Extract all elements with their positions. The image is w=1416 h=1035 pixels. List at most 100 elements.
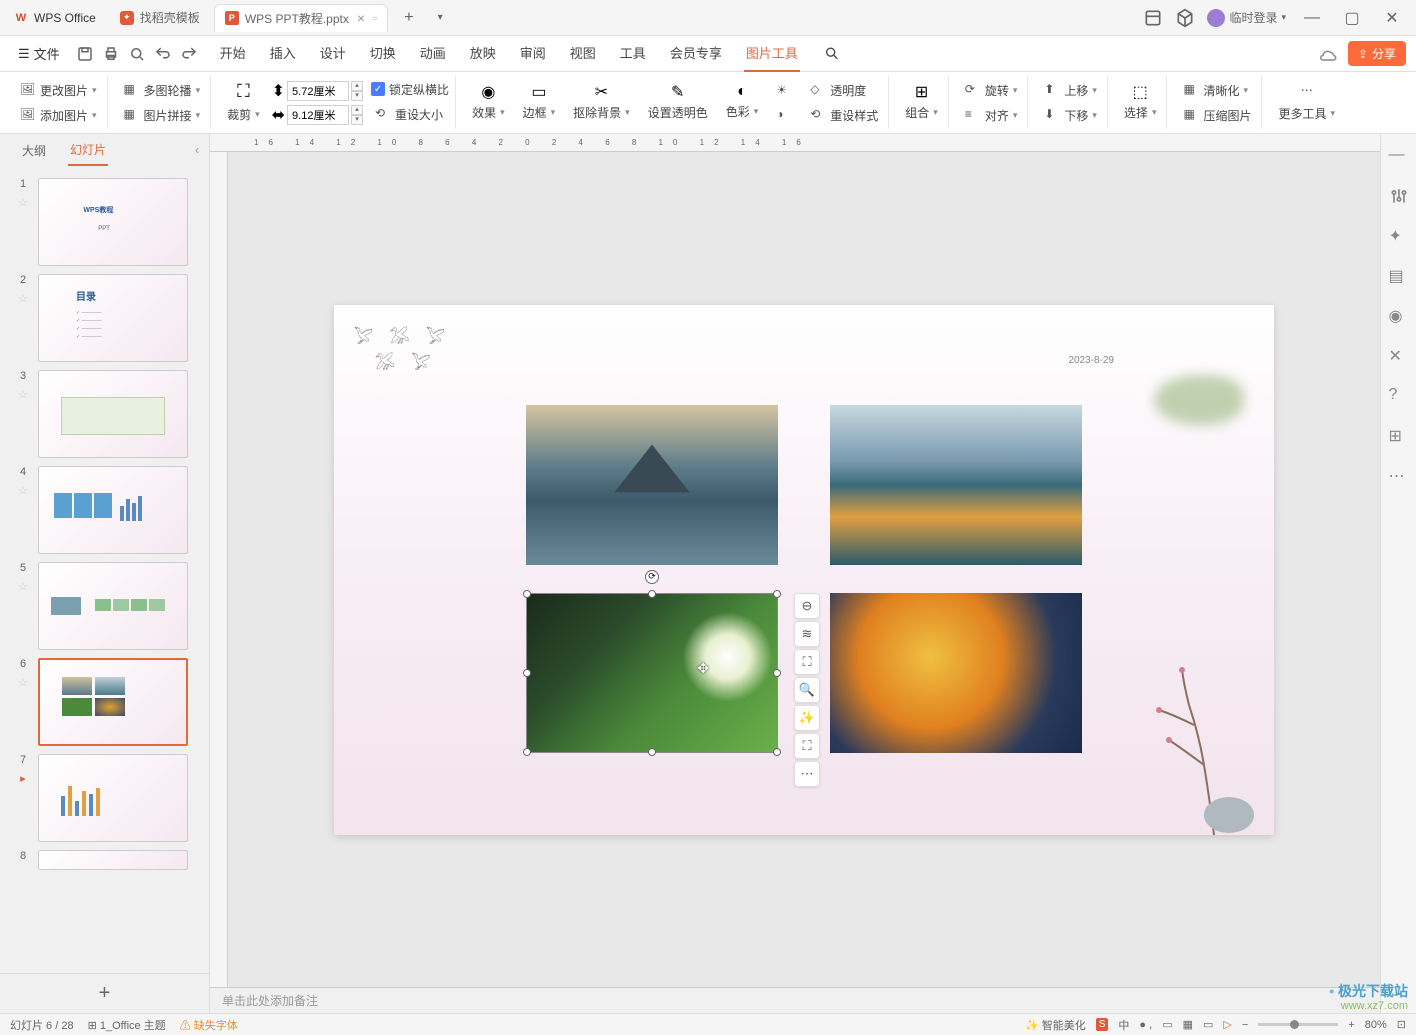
float-crop-button[interactable]: ⛶: [794, 649, 820, 675]
select-icon[interactable]: ⬚: [1133, 82, 1148, 102]
slide-thumbnail-6[interactable]: [38, 658, 188, 746]
picture-maple[interactable]: [830, 593, 1082, 753]
height-input[interactable]: ⬍ ▴▾: [272, 81, 363, 101]
add-picture-button[interactable]: 🖼添加图片▾: [16, 105, 101, 126]
document-tab[interactable]: P WPS PPT教程.pptx × ▫: [214, 4, 388, 32]
tab-menu-icon[interactable]: ▫: [373, 11, 377, 25]
crop-button[interactable]: 裁剪▾: [223, 104, 264, 125]
compress-button[interactable]: ▦压缩图片: [1179, 105, 1255, 126]
slide-thumbnail-8[interactable]: [38, 850, 188, 870]
resize-handle-sw[interactable]: [523, 748, 531, 756]
border-button[interactable]: 边框▾: [519, 102, 560, 123]
missing-font-warning[interactable]: ⚠ 缺失字体: [180, 1017, 238, 1033]
border-icon[interactable]: ▭: [531, 82, 546, 102]
maximize-button[interactable]: ▢: [1338, 4, 1366, 32]
star-icon[interactable]: ☆: [18, 484, 28, 497]
star-icon[interactable]: ☆: [18, 676, 28, 689]
remove-bg-button[interactable]: 抠除背景▾: [569, 102, 634, 123]
tab-member[interactable]: 会员专享: [668, 35, 724, 72]
bring-forward-button[interactable]: ⬆上移▾: [1040, 80, 1101, 101]
star-icon[interactable]: ☆: [18, 292, 28, 305]
add-slide-button[interactable]: +: [0, 973, 209, 1013]
slide-thumbnail-2[interactable]: 目录✓ ————✓ ————✓ ————✓ ————: [38, 274, 188, 362]
brightness-button[interactable]: ☀: [772, 81, 796, 101]
save-icon[interactable]: [76, 45, 94, 63]
slide-thumbnail-5[interactable]: [38, 562, 188, 650]
slide-thumbnail-4[interactable]: [38, 466, 188, 554]
zoom-slider[interactable]: [1258, 1023, 1338, 1026]
rotate-button[interactable]: ⟳旋转▾: [961, 80, 1022, 101]
slide-thumbnail-1[interactable]: WPS教程PPT: [38, 178, 188, 266]
crop-icon[interactable]: ⛶: [237, 81, 250, 102]
tab-review[interactable]: 审阅: [518, 35, 548, 72]
height-down[interactable]: ▾: [351, 91, 363, 101]
remove-bg-icon[interactable]: ✂: [595, 82, 608, 102]
float-expand-button[interactable]: ⛶: [794, 733, 820, 759]
tab-animation[interactable]: 动画: [418, 35, 448, 72]
width-up[interactable]: ▴: [351, 105, 363, 115]
cloud-icon[interactable]: [1320, 45, 1338, 63]
more-tools-button[interactable]: 更多工具▾: [1274, 103, 1339, 124]
slide-thumbnail-3[interactable]: [38, 370, 188, 458]
select-button[interactable]: 选择▾: [1120, 102, 1161, 123]
transparent-color-icon[interactable]: ✎: [671, 82, 684, 102]
width-field[interactable]: [287, 105, 349, 125]
lock-ratio-checkbox[interactable]: ✓ 锁定纵横比: [371, 81, 449, 98]
reset-size-button[interactable]: ⟲重设大小: [371, 104, 449, 125]
undo-icon[interactable]: [154, 45, 172, 63]
sidebar-template-icon[interactable]: ▤: [1389, 266, 1409, 286]
tab-insert[interactable]: 插入: [268, 35, 298, 72]
tab-view[interactable]: 视图: [568, 35, 598, 72]
notes-pane[interactable]: 单击此处添加备注: [210, 987, 1380, 1013]
theme-indicator[interactable]: ⊞ 1_Office 主题: [88, 1017, 166, 1033]
app-tab[interactable]: W WPS Office: [4, 4, 106, 32]
picture-stitch-button[interactable]: ▦图片拼接▾: [120, 105, 205, 126]
print-icon[interactable]: [102, 45, 120, 63]
group-icon[interactable]: ⊞: [915, 82, 928, 102]
sidebar-more-icon[interactable]: ⋯: [1389, 466, 1409, 486]
effects-button[interactable]: 效果▾: [468, 102, 509, 123]
contrast-button[interactable]: ◑: [772, 105, 796, 125]
tab-picture-tools[interactable]: 图片工具: [744, 35, 800, 72]
vertical-scrollbar[interactable]: [1368, 162, 1378, 957]
sidebar-collapse-icon[interactable]: —: [1389, 146, 1409, 166]
sidebar-settings-icon[interactable]: [1389, 186, 1409, 206]
height-up[interactable]: ▴: [351, 81, 363, 91]
sidebar-tools-icon[interactable]: ✕: [1389, 346, 1409, 366]
panel-icon[interactable]: [1143, 8, 1163, 28]
slide-thumbnail-7[interactable]: [38, 754, 188, 842]
effects-icon[interactable]: ◉: [481, 82, 495, 102]
tab-design[interactable]: 设计: [318, 35, 348, 72]
new-tab-button[interactable]: +: [396, 9, 421, 27]
resize-handle-se[interactable]: [773, 748, 781, 756]
float-magic-button[interactable]: ✨: [794, 705, 820, 731]
resize-handle-ne[interactable]: [773, 590, 781, 598]
status-icon-2[interactable]: ● ,: [1139, 1019, 1152, 1031]
zoom-out-button[interactable]: −: [1242, 1019, 1248, 1031]
multi-outline-button[interactable]: ▦多图轮播▾: [120, 80, 205, 101]
user-login[interactable]: 临时登录 ▾: [1207, 9, 1286, 27]
cube-icon[interactable]: [1175, 8, 1195, 28]
set-transparent-button[interactable]: 设置透明色: [644, 102, 712, 123]
group-button[interactable]: 组合▾: [901, 102, 942, 123]
view-sorter-icon[interactable]: ▦: [1183, 1018, 1193, 1031]
sidebar-addon-icon[interactable]: ⊞: [1389, 426, 1409, 446]
tab-dropdown[interactable]: ▾: [430, 12, 451, 23]
reset-style-button[interactable]: ⟲重设样式: [806, 105, 882, 126]
share-button[interactable]: ⇪ 分享: [1348, 41, 1406, 66]
color-button[interactable]: 色彩▾: [722, 101, 763, 122]
align-button[interactable]: ≡对齐▾: [961, 105, 1022, 126]
width-down[interactable]: ▾: [351, 115, 363, 125]
sidebar-material-icon[interactable]: ◉: [1389, 306, 1409, 326]
smart-beautify-button[interactable]: ✨ 智能美化: [1025, 1017, 1086, 1033]
view-reading-icon[interactable]: ▭: [1203, 1018, 1213, 1031]
picture-lake[interactable]: [830, 405, 1082, 565]
slide-canvas[interactable]: 𓅯 𓅮 𓅯 𓅮 𓅯 2023-8-29 ✥ ⟳: [334, 305, 1274, 835]
float-layers-button[interactable]: ≋: [794, 621, 820, 647]
tab-tools[interactable]: 工具: [618, 35, 648, 72]
view-slideshow-icon[interactable]: ▷: [1223, 1018, 1231, 1031]
float-rotate-button[interactable]: ⊖: [794, 593, 820, 619]
zoom-in-button[interactable]: +: [1348, 1019, 1354, 1031]
search-icon[interactable]: [820, 35, 844, 72]
height-field[interactable]: [287, 81, 349, 101]
